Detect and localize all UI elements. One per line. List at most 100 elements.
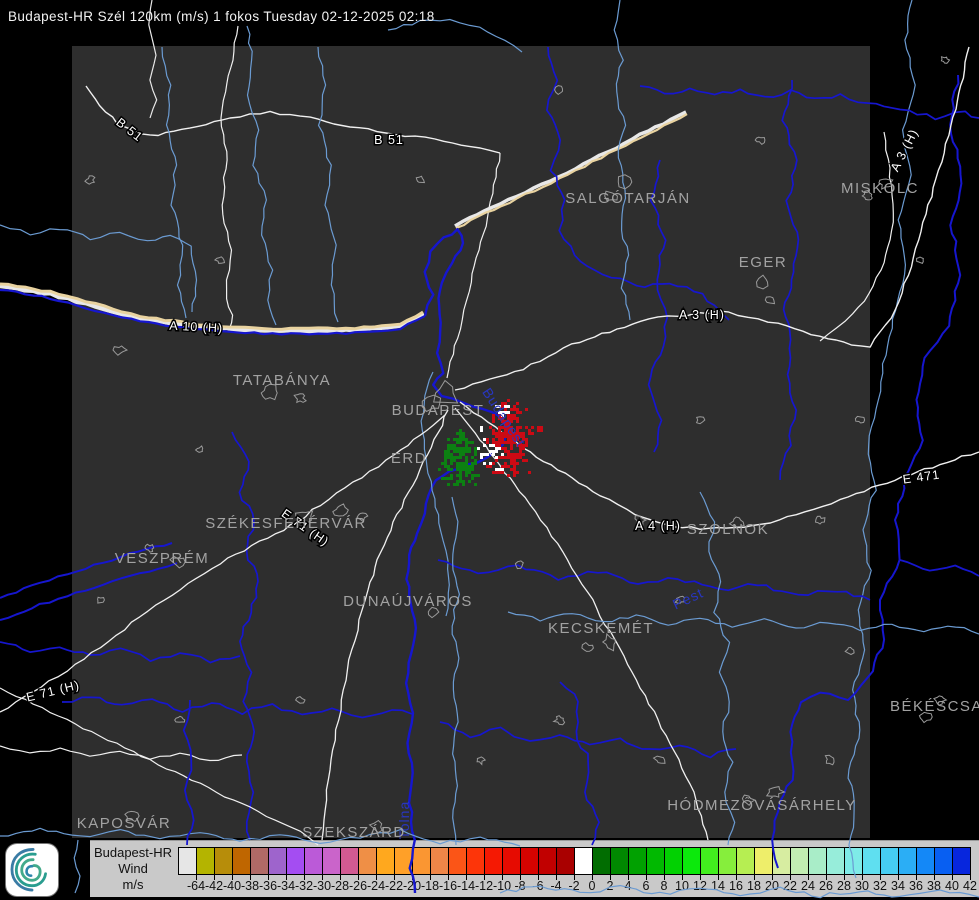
legend-parameter: Wind (118, 861, 148, 876)
legend-value: 8 (660, 879, 668, 893)
county-border-bottom (439, 721, 737, 759)
legend-cell (341, 848, 359, 880)
legend-cell (287, 848, 305, 880)
legend-value: -26 (348, 879, 368, 893)
legend-value: -42 (204, 879, 224, 893)
legend-cell (431, 848, 449, 880)
wind-colorbar (178, 847, 971, 880)
legend-cell (791, 848, 809, 880)
stream-east-long (847, 0, 916, 879)
legend-value: -4 (550, 879, 562, 893)
legend-value: -18 (420, 879, 440, 893)
legend-value: 28 (837, 879, 851, 893)
radar-echo-red-main (486, 399, 531, 477)
settlement-outline (940, 56, 951, 64)
legend-value: 18 (747, 879, 761, 893)
settlement-outline (332, 503, 349, 517)
radar-echo-white-upper (495, 405, 510, 417)
legend-cell (755, 848, 773, 880)
legend-cell (395, 848, 413, 880)
legend-value: 20 (765, 879, 779, 893)
stream-nw1 (161, 46, 187, 319)
city-label: KECSKEMÉT (548, 620, 654, 637)
road-vert-west-lower (220, 117, 234, 331)
county-border-se (559, 681, 600, 846)
legend-cell (719, 848, 737, 880)
settlement-outline (617, 174, 633, 190)
road-label: A 10 (H) (169, 319, 224, 336)
road-vert-west-upper (220, 25, 239, 119)
settlement-outline (755, 274, 769, 290)
settlement-outline (514, 560, 524, 570)
legend-value: 2 (606, 879, 614, 893)
city-label: TATABÁNYA (233, 372, 331, 389)
city-label: SZEKSZÁRD (302, 824, 406, 841)
settlement-outline (554, 85, 564, 96)
road-label: E 471 (902, 467, 941, 486)
legend-cell (197, 848, 215, 880)
county-border-pest-south (437, 559, 871, 601)
stream-nw2 (246, 25, 277, 326)
legend-value: -8 (514, 879, 526, 893)
legend-cell (593, 848, 611, 880)
legend-value: -34 (276, 879, 296, 893)
legend-value: 4 (624, 879, 632, 893)
road-vac (446, 152, 501, 379)
legend-cell (899, 848, 917, 880)
road-label: E 71 (H) (279, 506, 332, 549)
title-bar: Budapest-HR Szél 120km (m/s) 1 fokos Tue… (0, 0, 979, 28)
legend-value: -16 (438, 879, 458, 893)
county-border-top-east (639, 85, 979, 121)
settlement-outline (604, 190, 618, 201)
legend-cell (179, 848, 197, 880)
legend-value: 0 (588, 879, 596, 893)
legend-cell (575, 848, 593, 880)
stream-buda-parallel (420, 371, 450, 617)
cyclone-spiral-icon (10, 848, 47, 892)
legend-value: -28 (330, 879, 350, 893)
settlement-outline (695, 416, 706, 425)
legend-value: 14 (711, 879, 725, 893)
county-border-west-vert (231, 431, 259, 841)
river-tisza (771, 74, 963, 869)
legend-value: -14 (456, 879, 476, 893)
road-sw-horizontal (0, 745, 243, 762)
road-label: B 51 (113, 115, 145, 144)
settlement-outline (741, 794, 756, 807)
settlement-outline (764, 296, 776, 305)
legend-cell (683, 848, 701, 880)
road-label: A 4 (H) (635, 519, 681, 533)
city-label: SZÉKESFEHÉRVÁR (205, 515, 367, 532)
city-label: BUDAPEST (392, 402, 485, 419)
settlement-outline (174, 715, 186, 723)
settlement-outline (765, 786, 786, 798)
legend-cell (881, 848, 899, 880)
legend-cell (521, 848, 539, 880)
legend-value: 12 (693, 879, 707, 893)
county-border-eger-west (647, 159, 669, 453)
legend-value: 16 (729, 879, 743, 893)
settlement-outline (293, 393, 307, 404)
legend-cell (953, 848, 971, 880)
settlement-outline (433, 379, 459, 404)
radar-map: B 51 B 51 A 10 (H) A 3 (H) A 3 (H) A 4 (H) E 7… (0, 0, 979, 899)
road-e71 (0, 414, 446, 713)
radar-echo-green-upper (456, 429, 468, 444)
legend-cell (935, 848, 953, 880)
settlement-outline (814, 515, 826, 525)
radar-viewport: Budapest-HR Szél 120km (m/s) 1 fokos Tue… (0, 0, 979, 900)
settlement-outline (652, 755, 666, 764)
city-label: SALGÓTARJÁN (565, 190, 690, 207)
settlement-outline (728, 516, 745, 528)
settlement-outline (933, 695, 948, 706)
settlement-outline (916, 256, 924, 265)
legend-cell (467, 848, 485, 880)
city-label: MISKOLC (841, 180, 919, 197)
settlement-outline (878, 178, 894, 190)
legend-cell (737, 848, 755, 880)
legend-value: -30 (312, 879, 332, 893)
settlement-outline (552, 715, 566, 726)
road-sw-diagonal (0, 687, 319, 846)
settlement-outline (260, 383, 278, 401)
legend-cell (323, 848, 341, 880)
